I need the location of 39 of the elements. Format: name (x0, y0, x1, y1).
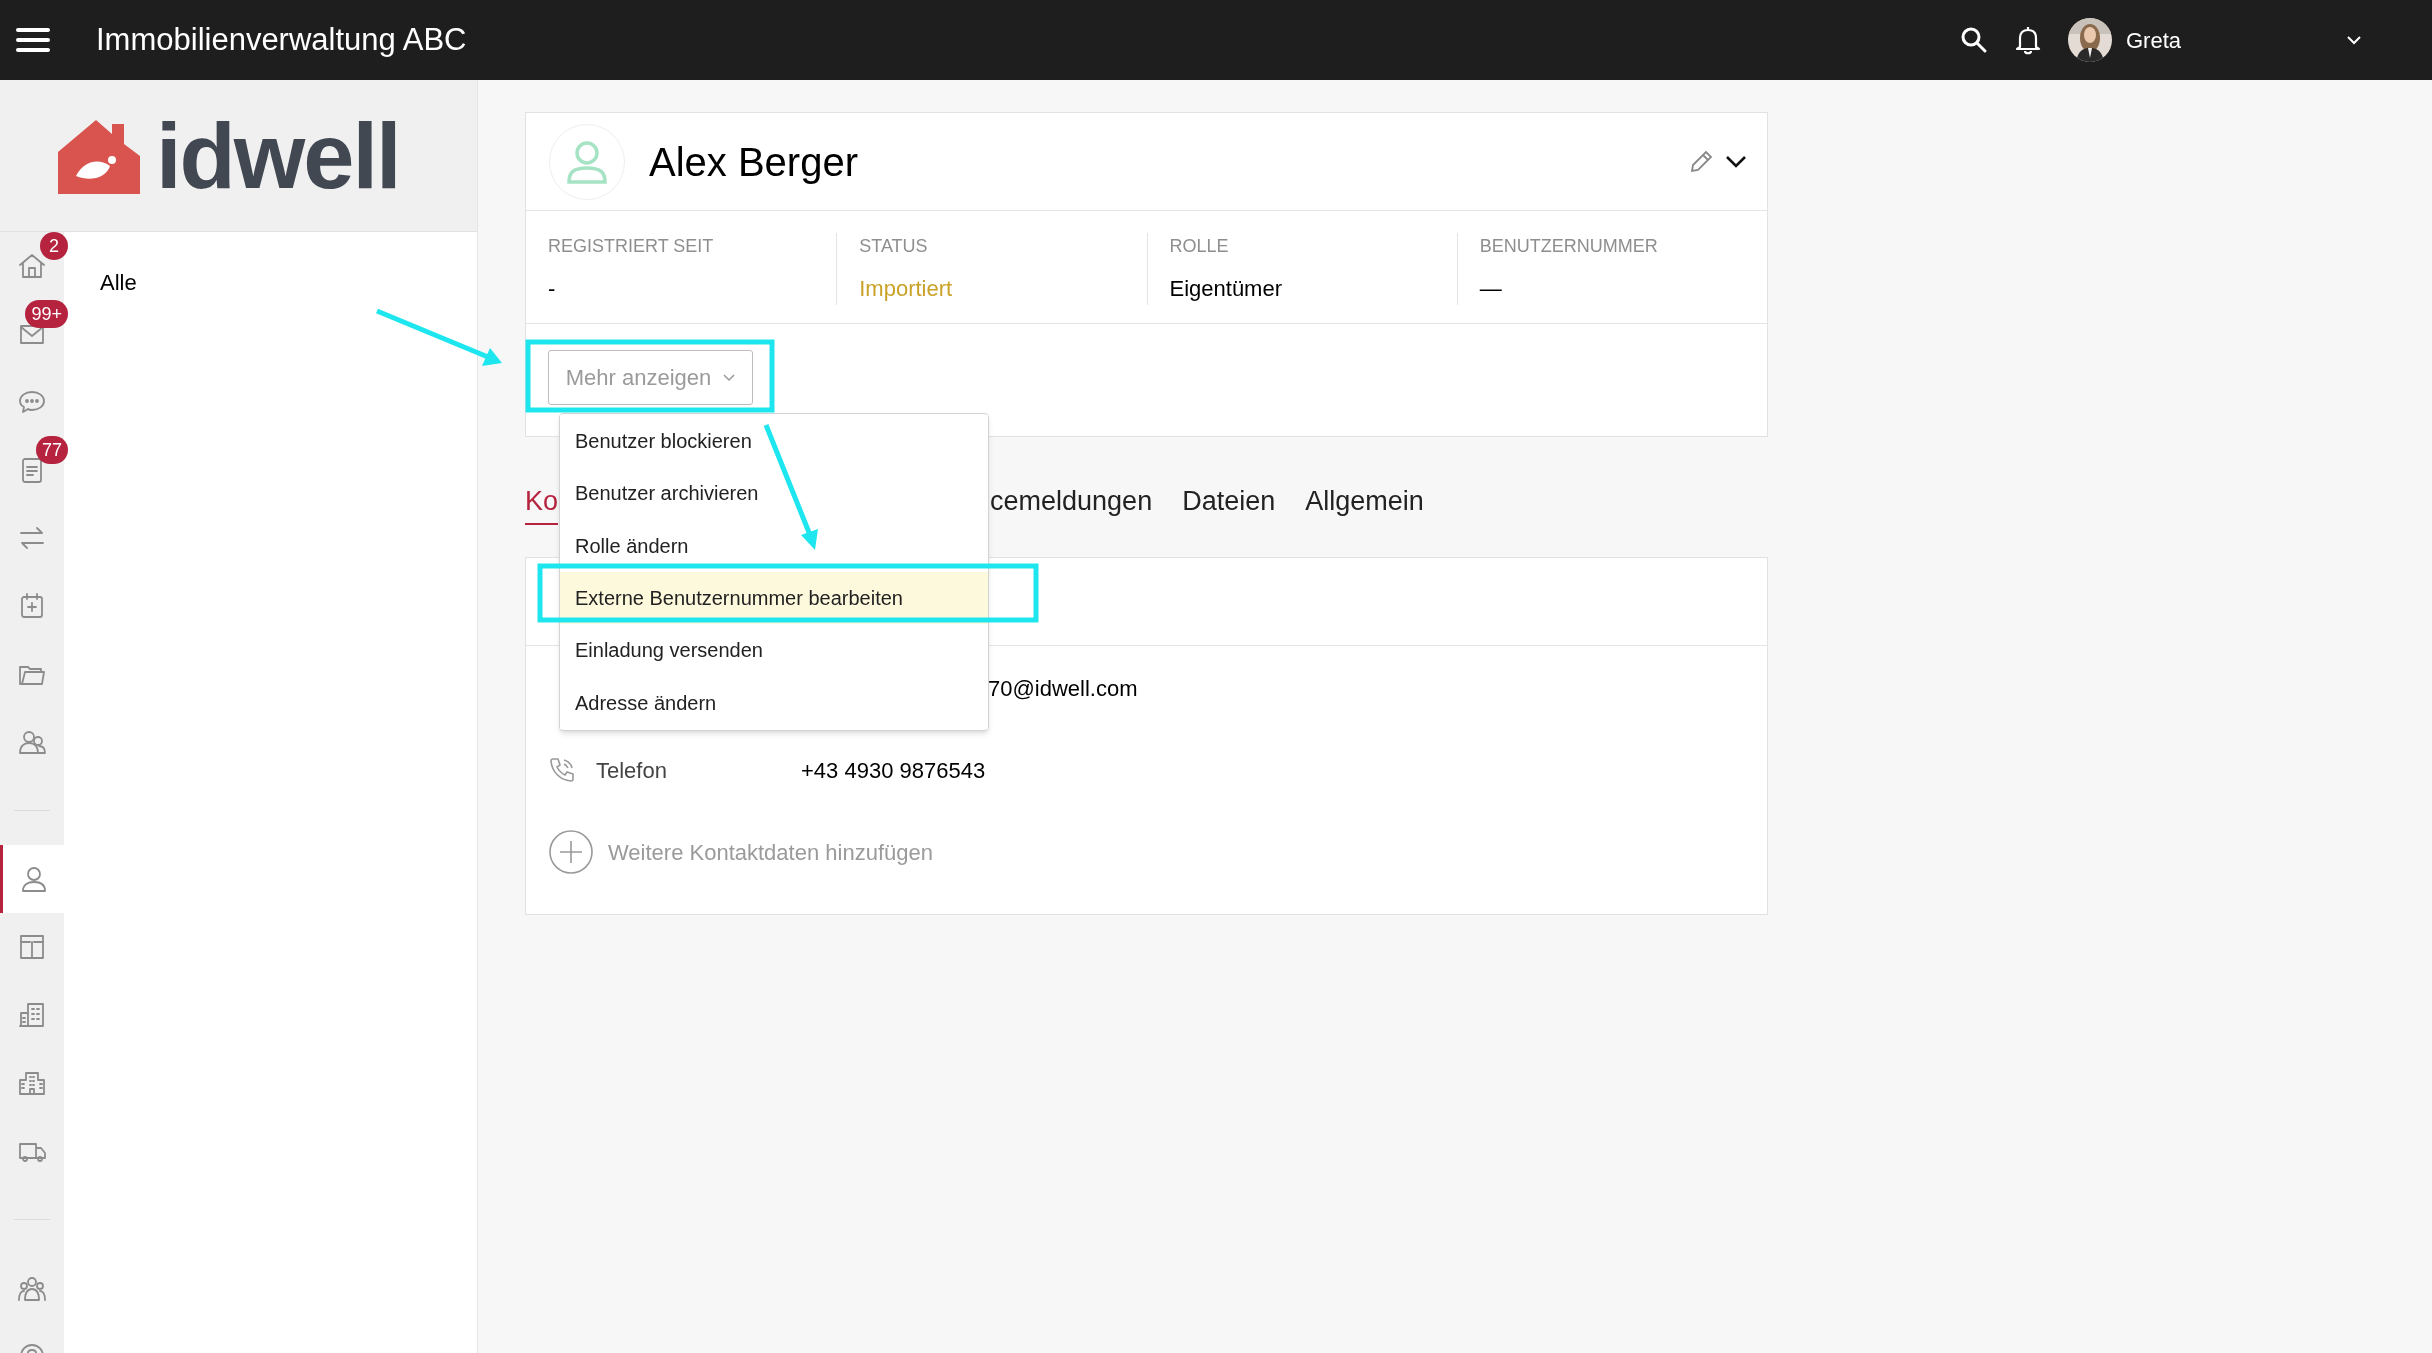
field-value: Eigentümer (1169, 275, 1283, 303)
nav-item[interactable] (0, 845, 64, 913)
menu-item[interactable]: Adresse ändern (560, 676, 988, 729)
app-title: Immobilienverwaltung ABC (96, 20, 467, 59)
search-icon[interactable] (1960, 26, 1988, 54)
phone-icon (548, 756, 576, 784)
count-badge: 99+ (25, 300, 68, 328)
email-value: 70@idwell.com (988, 674, 1138, 703)
chevron-down-icon (723, 373, 736, 382)
logo-wordmark: idwell (156, 109, 400, 202)
tab[interactable]: Ko (525, 483, 559, 525)
menu-item[interactable]: Benutzer blockieren (560, 415, 988, 468)
house-icon (17, 251, 47, 281)
field-value: — (1479, 275, 1503, 303)
field-label: ROLLE (1169, 235, 1230, 258)
field-label: BENUTZERNUMMER (1479, 235, 1659, 258)
field-value: Importiert (859, 275, 954, 303)
field-label: STATUS (859, 235, 929, 258)
floor-plan-icon (17, 932, 47, 962)
phone-label: Telefon (596, 756, 668, 785)
building-icon (17, 1000, 47, 1030)
tab[interactable]: Allgemein (1305, 483, 1424, 525)
count-badge: 2 (40, 232, 68, 260)
field-value: - (548, 275, 557, 303)
menu-item[interactable]: Benutzer archivieren (560, 467, 988, 520)
menu-icon[interactable] (16, 26, 50, 54)
phone-value: +43 4930 9876543 (801, 756, 986, 785)
person-icon (566, 139, 608, 184)
user-name[interactable]: Greta (2126, 23, 2346, 57)
bell-icon[interactable] (2014, 25, 2042, 55)
user-name-heading: Alex Berger (649, 138, 858, 186)
tab[interactable]: cemeldungen (990, 483, 1153, 525)
tab[interactable]: Dateien (1182, 483, 1276, 525)
count-badge: 77 (35, 436, 68, 464)
add-circle-icon[interactable] (548, 829, 594, 875)
field-label: REGISTRIERT SEIT (548, 235, 715, 258)
menu-item[interactable]: Einladung versenden (560, 624, 988, 677)
chevron-down-icon[interactable] (1725, 154, 1747, 169)
filter-item[interactable]: Alle (100, 266, 477, 299)
